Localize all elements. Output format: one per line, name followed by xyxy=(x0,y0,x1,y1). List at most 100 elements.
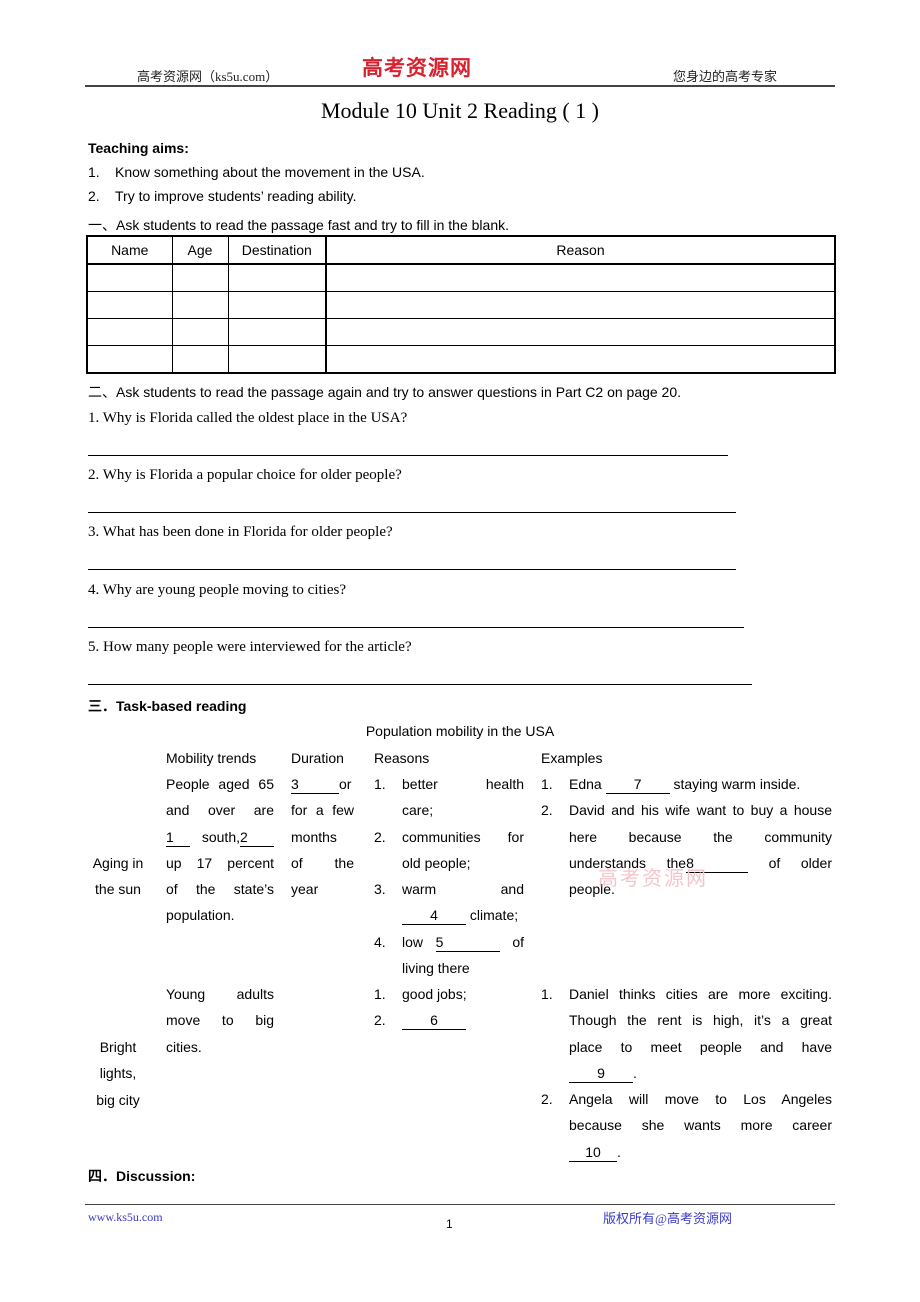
example-text: David and his wife want to buy a house xyxy=(569,802,832,819)
answer-line[interactable] xyxy=(88,512,736,513)
trend-aging: People aged 65 and over are 1 south,2 up… xyxy=(166,771,274,929)
topic-line: the sun xyxy=(95,881,141,898)
example-number: 1. xyxy=(541,776,553,792)
topic-aging-in-the-sun: Aging in the sun xyxy=(88,850,148,903)
example-text: Daniel thinks cities are more exciting. xyxy=(569,986,832,1002)
duration-line: year xyxy=(291,881,319,898)
reason-text: low 5 of xyxy=(402,929,524,955)
section4-heading: 四．Discussion: xyxy=(88,1166,195,1186)
header-reason: Reason xyxy=(325,235,836,265)
header-divider xyxy=(85,85,835,87)
topic-line: lights, xyxy=(99,1065,137,1082)
example-text: Angela will move to Los Angeles xyxy=(569,1091,832,1108)
example-text: Edna xyxy=(569,776,602,792)
aim-number: 1. xyxy=(88,164,100,180)
trend-line: 1 south,2 xyxy=(166,824,274,850)
header-destination: Destination xyxy=(227,235,327,265)
table-header-row: Name Age Destination Reason xyxy=(86,235,836,265)
example-text: because she wants more career xyxy=(569,1117,832,1134)
reasons-bright: 1. good jobs; 2. 6 xyxy=(374,981,524,1034)
blank-7[interactable]: 7 xyxy=(605,775,670,794)
header-name: Name xyxy=(86,235,173,265)
blank-1[interactable]: 1 xyxy=(166,828,190,847)
col-header-reasons: Reasons xyxy=(374,750,430,766)
blank-5[interactable]: 5 xyxy=(435,933,500,952)
section2-instruction: 二、Ask students to read the passage again… xyxy=(88,384,682,400)
reason-tail: climate; xyxy=(469,907,519,924)
aim-item: 1. Know something about the movement in … xyxy=(88,164,425,180)
reasons-aging: 1. better health care; 2. communities fo… xyxy=(374,771,524,981)
task-table-title: Population mobility in the USA xyxy=(365,723,555,739)
duration-line: for a few xyxy=(291,802,354,819)
example-text: place to meet people and have xyxy=(569,1038,832,1055)
col-header-examples: Examples xyxy=(541,750,603,766)
reason-cell[interactable] xyxy=(325,345,836,374)
table-row xyxy=(86,291,836,319)
reason-number: 1. xyxy=(374,986,386,1002)
reason-cell[interactable] xyxy=(325,291,836,319)
reason-number: 2. xyxy=(374,1012,386,1029)
aim-text: Try to improve students’ reading ability… xyxy=(115,188,357,204)
age-cell[interactable] xyxy=(171,263,229,292)
trend-bright: Young adults move to big cities. xyxy=(166,981,274,1060)
section4-label: Discussion: xyxy=(116,1168,196,1184)
age-cell[interactable] xyxy=(171,291,229,319)
name-cell[interactable] xyxy=(86,263,173,292)
reason-item: 2. communities for old people; xyxy=(374,824,524,877)
aim-number: 2. xyxy=(88,188,100,204)
destination-cell[interactable] xyxy=(227,263,327,292)
blank-2[interactable]: 2 xyxy=(240,828,274,847)
age-cell[interactable] xyxy=(171,345,229,374)
blank-4[interactable]: 4 xyxy=(402,906,466,926)
answer-line[interactable] xyxy=(88,569,736,570)
aims-heading: Teaching aims: xyxy=(88,140,189,156)
reason-item: 2. 6 xyxy=(374,1007,524,1033)
answer-line[interactable] xyxy=(88,684,752,685)
footer-site-link[interactable]: www.ks5u.com xyxy=(88,1210,163,1225)
watermark: 高考资源网 xyxy=(598,868,708,890)
reason-item: 1. good jobs; xyxy=(374,981,524,1007)
reason-number: 3. xyxy=(374,881,386,898)
duration-line: 3 or xyxy=(291,771,354,797)
reason-cell[interactable] xyxy=(325,318,836,346)
example-number: 2. xyxy=(541,802,553,819)
section1-instruction: 一、Ask students to read the passage fast … xyxy=(88,217,510,233)
example-item: 1. Daniel thinks cities are more excitin… xyxy=(541,981,832,1086)
reason-cell[interactable] xyxy=(325,263,836,292)
question: 2. Why is Florida a popular choice for o… xyxy=(88,467,402,483)
footer-divider xyxy=(85,1204,835,1205)
answer-line[interactable] xyxy=(88,627,744,628)
example-number: 2. xyxy=(541,1091,553,1108)
section3-heading: 三．Task-based reading xyxy=(88,696,246,716)
header-slogan: 您身边的高考专家 xyxy=(673,69,778,84)
reason-text: warm and xyxy=(402,881,524,898)
example-text: 9. xyxy=(569,1060,832,1086)
blank-10[interactable]: 10 xyxy=(569,1143,617,1162)
table-row xyxy=(86,318,836,346)
fill-in-table: Name Age Destination Reason xyxy=(86,235,836,374)
reason-text: old people; xyxy=(402,854,471,871)
destination-cell[interactable] xyxy=(227,291,327,319)
age-cell[interactable] xyxy=(171,318,229,346)
answer-line[interactable] xyxy=(88,455,728,456)
reason-text: living there xyxy=(402,960,470,977)
trend-text: south, xyxy=(201,828,240,845)
reason-number: 4. xyxy=(374,933,386,950)
table-row xyxy=(86,263,836,292)
page-number: 1 xyxy=(446,1217,453,1231)
destination-cell[interactable] xyxy=(227,345,327,374)
col-header-duration: Duration xyxy=(291,750,344,766)
name-cell[interactable] xyxy=(86,345,173,374)
blank-3[interactable]: 3 xyxy=(291,775,339,794)
name-cell[interactable] xyxy=(86,318,173,346)
name-cell[interactable] xyxy=(86,291,173,319)
blank-6[interactable]: 6 xyxy=(402,1011,466,1031)
destination-cell[interactable] xyxy=(227,318,327,346)
topic-line: Aging in xyxy=(92,855,144,871)
reason-text: good jobs; xyxy=(402,986,467,1002)
reason-number: 2. xyxy=(374,828,386,845)
blank-9[interactable]: 9 xyxy=(569,1064,633,1083)
example-tail: of older xyxy=(768,854,833,871)
reason-item: 1. better health care; xyxy=(374,771,524,824)
example-item: 2. Angela will move to Los Angeles becau… xyxy=(541,1086,832,1165)
